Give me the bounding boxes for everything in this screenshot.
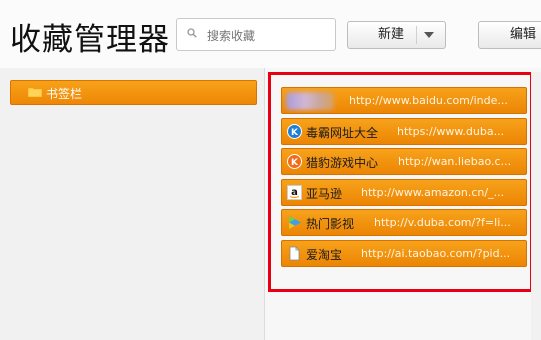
scrollbar[interactable]: [531, 72, 541, 340]
new-button[interactable]: 新建: [347, 21, 446, 49]
search-input[interactable]: [205, 25, 329, 47]
top-header: 收藏管理器 新建 编辑: [0, 0, 541, 68]
folder-item-bookmarks-bar[interactable]: 书签栏: [10, 80, 257, 105]
search-box[interactable]: [176, 18, 336, 51]
chevron-down-icon[interactable]: [424, 32, 434, 38]
folder-icon: [28, 87, 42, 97]
dropdown-divider: [416, 26, 417, 44]
folder-sidebar: 书签栏: [0, 68, 265, 340]
red-highlight-box: [268, 72, 533, 292]
page-title: 收藏管理器: [10, 22, 170, 58]
folder-label: 书签栏: [46, 87, 83, 101]
new-button-label: 新建: [378, 27, 405, 42]
edit-button-label: 编辑: [510, 27, 537, 42]
edit-button[interactable]: 编辑: [478, 21, 541, 49]
search-icon: [187, 28, 197, 38]
